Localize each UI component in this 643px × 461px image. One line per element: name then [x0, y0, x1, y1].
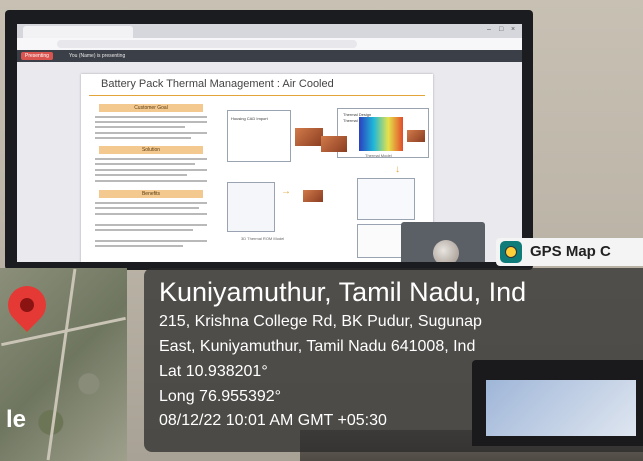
slide-text-line — [95, 224, 207, 226]
workflow-step: Housing CAD Import — [231, 116, 268, 121]
maximize-icon[interactable]: □ — [499, 26, 503, 33]
rom-results-box — [357, 178, 415, 220]
battery-module-image — [303, 190, 323, 202]
tv-screen: – □ × Presenting You (Name) is presentin… — [17, 24, 522, 262]
slide-text-line — [95, 116, 207, 118]
arrow-icon: → — [281, 186, 291, 197]
slide-text-line — [95, 207, 199, 209]
longitude: Long 76.955392° — [159, 388, 282, 405]
slide-text-line — [95, 180, 207, 182]
thermal-heatmap-image — [359, 117, 403, 151]
slide-text-line — [95, 132, 207, 134]
battery-pack-image — [295, 128, 323, 146]
map-provider-logo: le — [6, 406, 27, 433]
gps-lens-icon — [505, 246, 517, 258]
gps-badge-label: GPS Map C — [530, 243, 611, 260]
datetime: 08/12/22 10:01 AM GMT +05:30 — [159, 412, 387, 429]
close-icon[interactable]: × — [511, 26, 515, 33]
location-pin-dot — [20, 298, 34, 312]
presentation-slide: Battery Pack Thermal Management : Air Co… — [81, 74, 433, 262]
presenting-badge: Presenting — [21, 52, 53, 60]
arrow-down-icon: ↓ — [395, 164, 400, 175]
address-line-2: East, Kuniyamuthur, Tamil Nadu 641008, I… — [159, 338, 476, 355]
slide-text-line — [95, 126, 185, 128]
location-title: Kuniyamuthur, Tamil Nadu, Ind — [159, 277, 527, 307]
minimize-icon[interactable]: – — [487, 26, 491, 33]
slide-text-line — [95, 121, 207, 123]
battery-cell-image — [407, 130, 425, 142]
slide-title: Battery Pack Thermal Management : Air Co… — [101, 78, 334, 90]
address-line-1: 215, Krishna College Rd, BK Pudur, Sugun… — [159, 313, 482, 330]
slide-header-goal: Customer Goal — [99, 104, 203, 112]
heatmap-caption: Thermal Model — [365, 153, 392, 158]
slide-text-line — [95, 163, 195, 165]
slide-text-line — [95, 240, 207, 242]
presenting-text: You (Name) is presenting — [69, 53, 126, 59]
latitude: Lat 10.938201° — [159, 363, 268, 380]
slide-divider — [89, 95, 425, 96]
slide-text-line — [95, 229, 193, 231]
tv-bezel: – □ × Presenting You (Name) is presentin… — [5, 10, 533, 270]
participant-avatar — [433, 240, 459, 262]
slide-text-line — [95, 174, 187, 176]
url-field[interactable] — [57, 40, 357, 48]
slide-header-solution: Solution — [99, 146, 203, 154]
rom-chart — [227, 182, 275, 232]
slide-header-benefits: Benefits — [99, 190, 203, 198]
slide-text-line — [95, 213, 207, 215]
slide-text-line — [95, 245, 183, 247]
slide-text-line — [95, 158, 207, 160]
laptop-screen — [486, 380, 636, 436]
slide-text-line — [95, 169, 207, 171]
rom-caption: 3D Thermal ROM Model — [241, 236, 285, 241]
browser-tab[interactable] — [23, 26, 133, 38]
battery-pack-image — [321, 136, 347, 152]
slide-text-line — [95, 137, 191, 139]
slide-text-line — [95, 202, 207, 204]
